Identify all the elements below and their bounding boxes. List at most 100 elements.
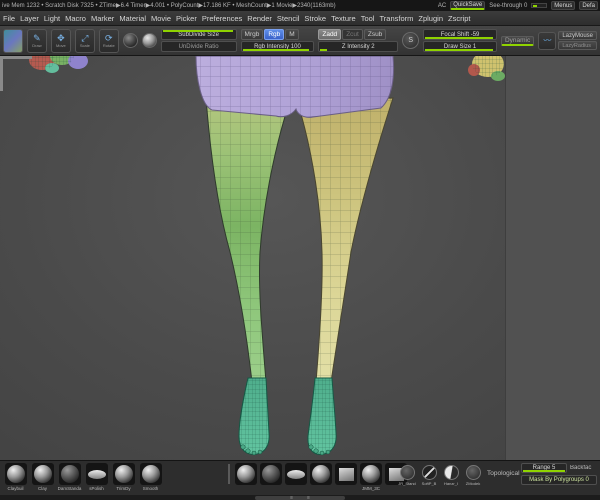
s-curve-dial[interactable]: S [402,32,420,49]
brush-thumbnail-smooth[interactable]: Smooth [137,463,164,492]
menu-light[interactable]: Light [44,14,60,23]
focal-shift-slider[interactable]: Focal Shift -59 [423,29,497,40]
menu-file[interactable]: File [3,14,15,23]
grip-icon: ≡ [290,494,293,500]
round-brush-icon [399,465,415,480]
brush-thumbnail[interactable] [334,463,358,492]
menu-material[interactable]: Material [119,14,146,23]
move-icon: ✥ [57,33,65,43]
brush-thumbnail[interactable] [234,463,258,492]
lazyradius-button[interactable]: LazyRadius [558,41,597,50]
rgb-button[interactable]: Rgb [264,29,285,40]
sphere-brush-icon [312,465,330,483]
ac-indicator: AC [437,2,447,9]
current-material-ball[interactable] [141,33,157,48]
menu-macro[interactable]: Macro [65,14,86,23]
brush-thumbnail-spolish[interactable]: sPolish [83,463,110,492]
brush-thumbnail-zmodeler[interactable]: ZModek [464,465,482,487]
half-tone-brush-icon [443,465,459,480]
topological-button[interactable]: Topological [487,470,520,477]
m-button[interactable]: M [285,29,299,40]
brush-thumbnail[interactable] [284,463,308,492]
range-slider[interactable]: Range 5 [521,463,567,473]
zbrush-window: ive Mem 1232 • Scratch Disk 7325 • ZTime… [0,0,600,500]
rotate-button[interactable]: ⟳ Rotate [98,28,119,53]
menu-render[interactable]: Render [247,14,272,23]
canvas-v-scrollbar[interactable] [0,59,3,91]
tool-thumbnail-button[interactable] [3,28,23,53]
brush-thumbnail-trimdynamic[interactable]: TrimDy [110,463,137,492]
backface-button[interactable]: Backfac [570,465,598,471]
mask-by-polygroups-slider[interactable]: Mask By Polygroups 0 [521,475,597,485]
lazymouse-button[interactable]: LazyMouse [558,31,597,40]
status-bar: ive Mem 1232 • Scratch Disk 7325 • ZTime… [0,0,600,11]
brush-tray-divider[interactable] [228,464,230,484]
draw-size-slider[interactable]: Draw Size 1 [423,41,497,52]
menu-stroke[interactable]: Stroke [304,14,326,23]
brush-thumbnail[interactable] [259,463,283,492]
sculpt-canvas[interactable] [0,56,600,460]
menu-picker[interactable]: Picker [176,14,197,23]
quicksave-button[interactable]: QuickSave [450,1,486,10]
menu-zscript[interactable]: Zscript [448,14,471,23]
brush-thumbnail-damstandard[interactable]: DamStanda [56,463,83,492]
dynamic-button[interactable]: Dynamic [500,35,535,46]
sphere-brush-icon [362,465,380,483]
menu-movie[interactable]: Movie [151,14,171,23]
lazymouse-wave-icon: 〰 [543,35,552,45]
sphere-brush-icon [33,465,52,483]
lazymouse-icon-button[interactable]: 〰 [538,31,557,50]
menu-zplugin[interactable]: Zplugin [418,14,443,23]
draw-button[interactable]: ✎ Draw [26,28,47,53]
sphere-brush-icon [237,465,255,483]
sphere-brush-icon [6,465,25,483]
model-right-foot [307,377,337,456]
menu-layer[interactable]: Layer [20,14,39,23]
zsub-button[interactable]: Zsub [363,29,387,40]
sphere-brush-icon [114,465,133,483]
model-shorts [195,56,395,118]
subdivide-size-slider[interactable]: SubDivide Size [160,29,237,40]
memory-status-text: ive Mem 1232 • Scratch Disk 7325 • ZTime… [2,3,336,9]
pen-brush-icon [421,465,437,480]
tray-scrollbar[interactable]: ≡ ≡ [0,495,600,500]
brush-thumbnail-clay[interactable]: Clay [29,463,56,492]
see-through-slider-label[interactable]: See-through 0 [489,3,527,9]
model-right-leg [296,97,394,383]
canvas-outer-area[interactable] [505,56,600,460]
z-intensity-slider[interactable]: Z Intensity 2 [318,41,399,52]
zcut-button[interactable]: Zcut [342,29,363,40]
brush-thumbnail-jmm[interactable]: JMM_3C [359,463,383,492]
brush-thumbnail-claybuildup[interactable]: Claybuil [2,463,29,492]
cube-brush-icon [338,467,354,481]
menu-stencil[interactable]: Stencil [277,14,300,23]
brush-thumbnail-softp[interactable]: SoftP_B [420,465,438,487]
undivide-ratio-slider[interactable]: UnDivide Ratio [160,41,237,52]
menu-preferences[interactable]: Preferences [202,14,242,23]
tray-scrollbar-handle[interactable]: ≡ ≡ [255,494,345,500]
rgb-intensity-slider[interactable]: Rgb Intensity 100 [240,41,315,52]
zadd-button[interactable]: Zadd [318,29,342,40]
sphere-brush-icon [262,465,280,483]
scale-button[interactable]: ⤢ Scale [74,28,95,53]
move-button[interactable]: ✥ Move [50,28,71,53]
brush-thumbnail-jrstand[interactable]: JR_Stand [398,465,416,487]
menu-marker[interactable]: Marker [91,14,114,23]
default-zscript-button[interactable]: Defa [579,1,598,10]
rotate-icon: ⟳ [105,33,113,43]
see-through-slider[interactable] [531,3,548,8]
canvas-h-scrollbar[interactable] [0,56,32,59]
menu-transform[interactable]: Transform [379,14,413,23]
menus-button[interactable]: Menus [551,1,576,10]
brush-thumbnail-hanzr[interactable]: Hanzr_I [442,465,460,487]
menu-bar: File Layer Light Macro Marker Material M… [0,11,600,26]
top-shelf: ✎ Draw ✥ Move ⤢ Scale ⟳ Rotate SubDivide… [0,26,600,56]
flat-brush-icon [287,469,305,479]
menu-texture[interactable]: Texture [331,14,356,23]
menu-tool[interactable]: Tool [361,14,375,23]
mrgb-button[interactable]: Mrgb [240,29,264,40]
model-fragment-top-right [468,56,505,81]
material-picker-ball[interactable] [122,33,138,48]
brush-thumbnail[interactable] [309,463,333,492]
sphere-brush-icon [60,465,79,483]
